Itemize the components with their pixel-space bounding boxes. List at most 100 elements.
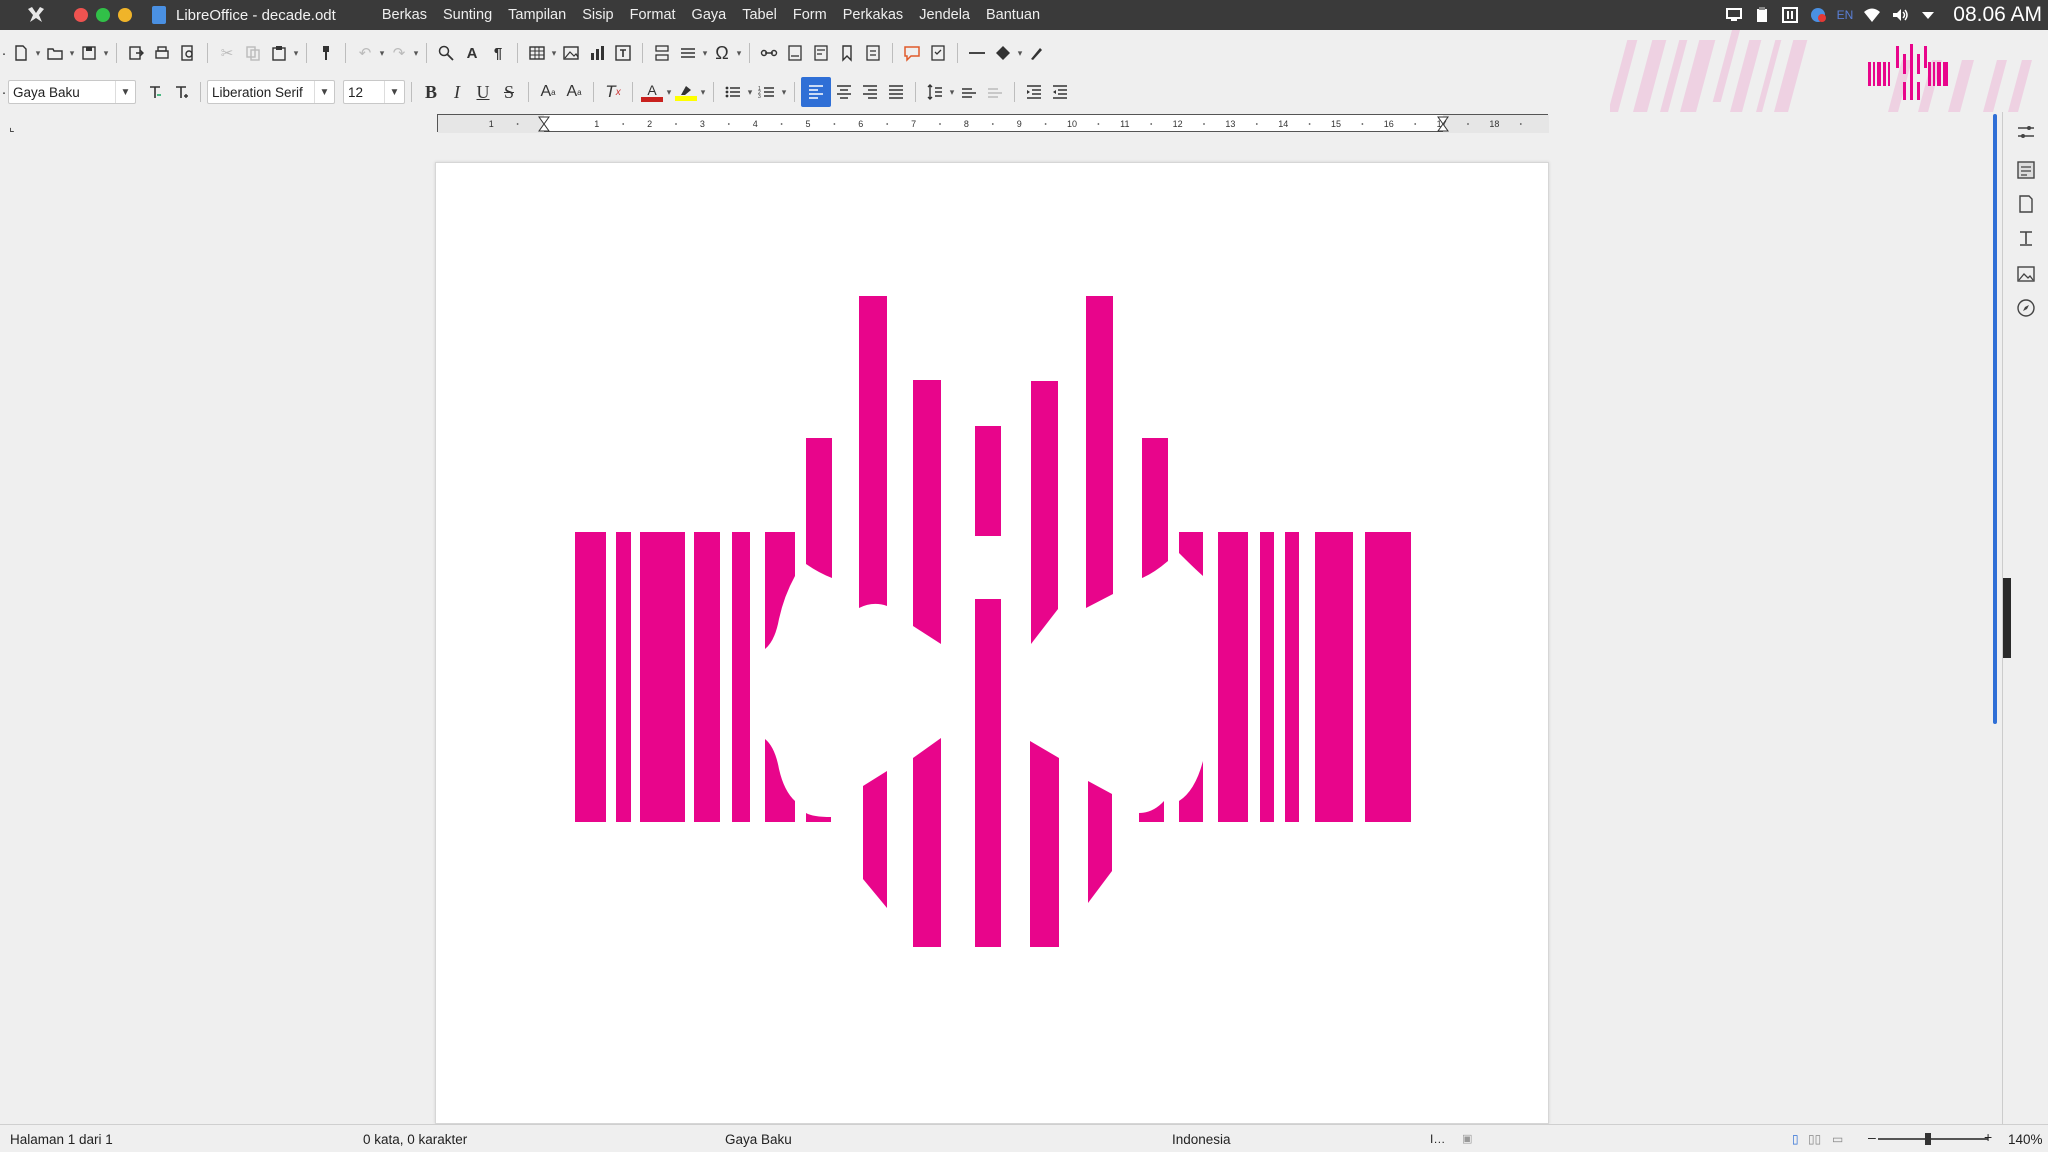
redo-dropdown[interactable]: ▾ [412,40,420,66]
highlight-color-icon[interactable] [673,79,699,105]
export-pdf-icon[interactable] [123,40,149,66]
underline-icon[interactable]: U [470,79,496,105]
basic-shapes-icon[interactable] [990,40,1016,66]
update-style-icon[interactable] [142,79,168,105]
strikethrough-icon[interactable]: S [496,79,522,105]
paste-icon[interactable] [266,40,292,66]
sidebar-settings-icon[interactable] [2016,122,2036,142]
spelling-icon[interactable]: A [459,40,485,66]
new-document-icon[interactable] [8,40,34,66]
single-page-view-icon[interactable]: ▯ [1792,1132,1799,1146]
zoom-in-icon[interactable]: + [1984,1129,1992,1145]
chevron-down-icon[interactable]: ▼ [115,81,135,103]
zoom-slider-knob[interactable] [1925,1133,1931,1145]
display-icon[interactable] [1725,7,1743,23]
insert-table-dropdown[interactable]: ▾ [550,40,558,66]
multi-page-view-icon[interactable]: ▯▯ [1808,1132,1821,1146]
save-icon[interactable] [76,40,102,66]
styles-icon[interactable] [2016,228,2036,248]
font-color-icon[interactable]: A [639,79,665,105]
insert-textbox-icon[interactable] [610,40,636,66]
line-spacing-dropdown[interactable]: ▾ [948,79,956,105]
insert-footnote-icon[interactable] [782,40,808,66]
chevron-down-icon[interactable]: ▼ [384,81,404,103]
save-dropdown[interactable]: ▾ [102,40,110,66]
maximize-window-button[interactable] [96,8,110,22]
increase-paragraph-spacing-icon[interactable] [956,79,982,105]
volume-icon[interactable] [1891,7,1909,23]
menu-perkakas[interactable]: Perkakas [835,7,911,23]
increase-indent-icon[interactable] [1021,79,1047,105]
insert-field-icon[interactable] [675,40,701,66]
paragraph-style-combo[interactable]: Gaya Baku ▼ [8,80,136,104]
insert-page-break-icon[interactable] [649,40,675,66]
font-size-combo[interactable]: 12 ▼ [343,80,405,104]
page-icon[interactable] [2016,194,2036,214]
line-spacing-icon[interactable] [922,79,948,105]
new-document-dropdown[interactable]: ▾ [34,40,42,66]
clone-formatting-icon[interactable] [313,40,339,66]
insert-chart-icon[interactable] [584,40,610,66]
track-changes-icon[interactable] [925,40,951,66]
navigator-icon[interactable] [2016,298,2036,318]
menu-form[interactable]: Form [785,7,835,23]
document-page[interactable] [435,162,1549,1124]
horizontal-ruler[interactable]: 1 1 2 3 4 5 6 7 8 9 10 11 12 13 14 15 16 17 18 [437,114,1549,133]
align-left-button[interactable] [801,77,831,107]
subscript-icon[interactable]: Aa [561,79,587,105]
chevron-down-icon[interactable]: ▼ [314,81,334,103]
special-character-icon[interactable]: Ω [709,40,735,66]
close-window-button[interactable] [74,8,88,22]
menu-berkas[interactable]: Berkas [374,7,435,23]
cut-icon[interactable]: ✂ [214,40,240,66]
insert-cross-reference-icon[interactable] [860,40,886,66]
menu-format[interactable]: Format [622,7,684,23]
zoom-slider[interactable] [1878,1138,1988,1140]
menu-tabel[interactable]: Tabel [734,7,785,23]
zoom-out-icon[interactable]: – [1868,1129,1876,1145]
highlight-color-dropdown[interactable]: ▾ [699,79,707,105]
font-name-combo[interactable]: Liberation Serif ▼ [207,80,335,104]
page-count[interactable]: Halaman 1 dari 1 [10,1132,113,1147]
decrease-paragraph-spacing-icon[interactable] [982,79,1008,105]
word-count[interactable]: 0 kata, 0 karakter [363,1132,467,1147]
undo-icon[interactable]: ↶ [352,40,378,66]
insert-bookmark-icon[interactable] [834,40,860,66]
insert-field-dropdown[interactable]: ▾ [701,40,709,66]
zoom-level[interactable]: 140% [2008,1132,2043,1147]
menu-tampilan[interactable]: Tampilan [500,7,574,23]
font-color-dropdown[interactable]: ▾ [665,79,673,105]
insert-line-icon[interactable] [964,40,990,66]
insert-comment-icon[interactable] [899,40,925,66]
insert-image-icon[interactable] [558,40,584,66]
clear-formatting-icon[interactable]: Tx [600,79,626,105]
bullet-list-dropdown[interactable]: ▾ [746,79,754,105]
gallery-icon[interactable] [2016,264,2036,284]
print-preview-icon[interactable] [175,40,201,66]
sidebar-collapse-handle[interactable] [2003,578,2011,658]
page-style[interactable]: Gaya Baku [725,1132,792,1147]
clipboard-icon[interactable] [1753,7,1771,23]
chevron-down-icon[interactable] [1919,7,1937,23]
vertical-scrollbar[interactable] [1993,114,1997,724]
redo-icon[interactable]: ↷ [386,40,412,66]
decrease-indent-icon[interactable] [1047,79,1073,105]
tab-stop-selector[interactable]: ⌞ [9,120,15,134]
open-folder-icon[interactable] [42,40,68,66]
properties-icon[interactable] [2016,160,2036,180]
superscript-icon[interactable]: Aa [535,79,561,105]
paste-dropdown[interactable]: ▾ [292,40,300,66]
keyboard-language-indicator[interactable]: EN [1837,8,1854,22]
menu-jendela[interactable]: Jendela [911,7,978,23]
open-dropdown[interactable]: ▾ [68,40,76,66]
panel-icon[interactable] [1781,7,1799,23]
justify-icon[interactable] [883,79,909,105]
formatting-marks-icon[interactable]: ¶ [485,40,511,66]
decade-logo-artwork[interactable] [436,163,1550,1125]
menu-sisip[interactable]: Sisip [574,7,621,23]
basic-shapes-dropdown[interactable]: ▾ [1016,40,1024,66]
numbered-list-icon[interactable]: 123 [754,79,780,105]
document-modified-icon[interactable]: ▣ [1462,1132,1472,1145]
insert-mode-icon[interactable]: I… [1430,1132,1445,1146]
special-character-dropdown[interactable]: ▾ [735,40,743,66]
